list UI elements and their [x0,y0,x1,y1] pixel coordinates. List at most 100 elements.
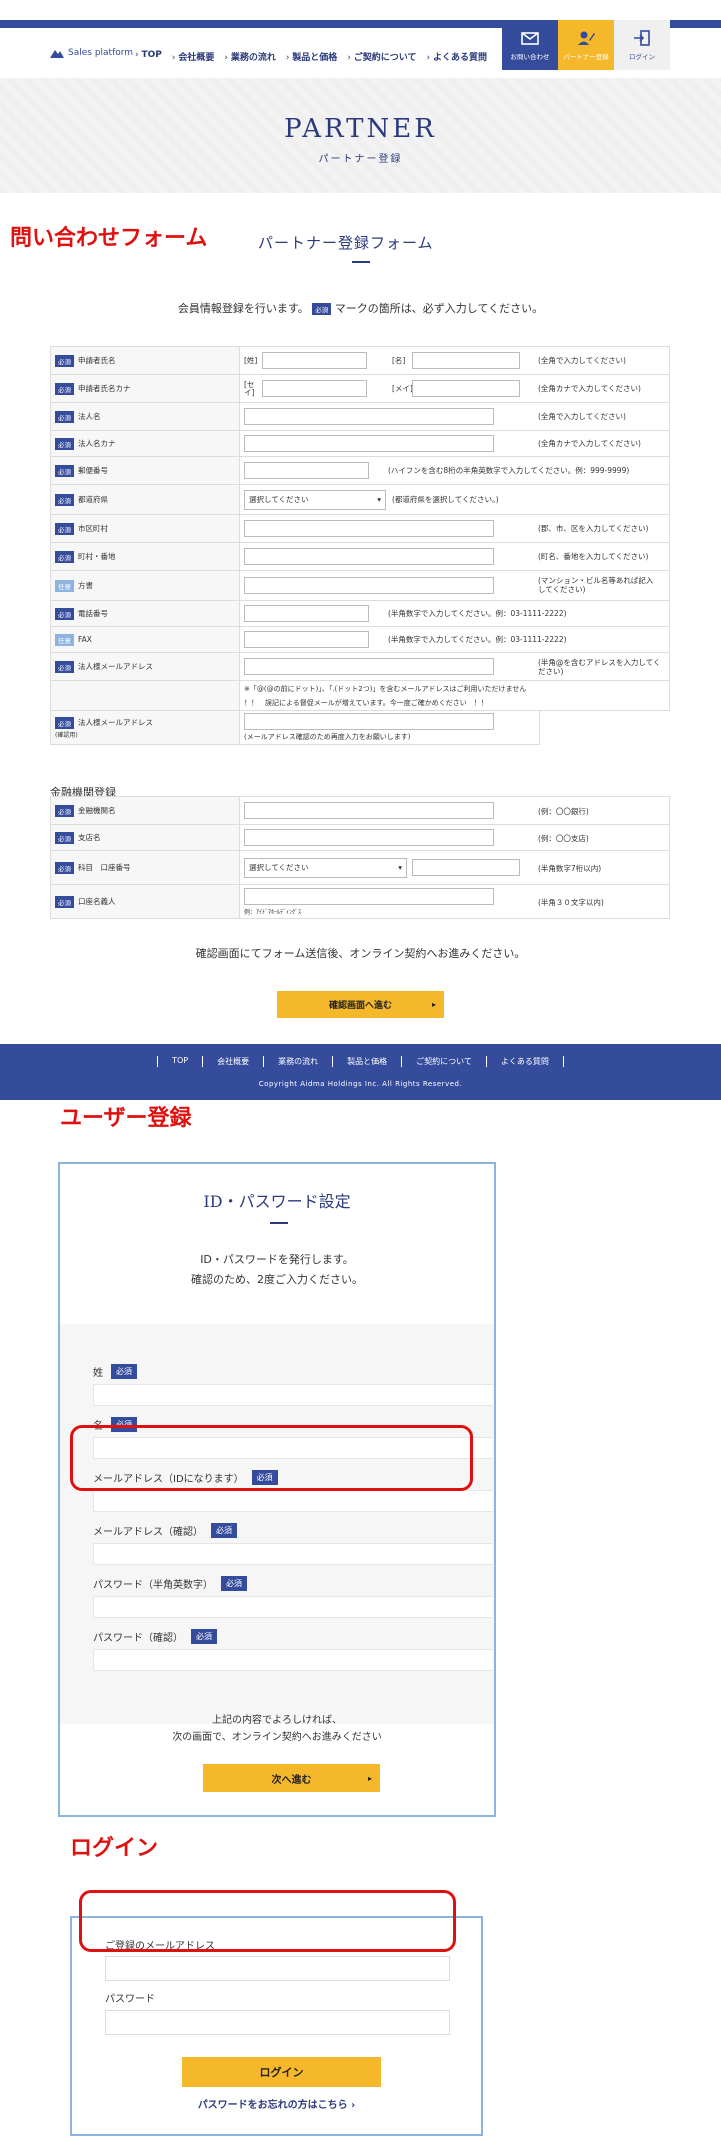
zip-input[interactable] [244,462,369,479]
email-confirm-input[interactable] [93,1543,493,1565]
partner-register-button[interactable]: パートナー登録 [558,20,614,70]
label-corp-kana: 法人名カナ [78,439,116,448]
footer-nav-faq[interactable]: よくある質問 [485,1056,564,1067]
forgot-password-text: パスワードをお忘れの方はこちら [197,2100,348,2111]
user-pen-icon [578,31,595,45]
nav-products[interactable]: 製品と価格 [286,50,337,63]
first-name-kana-input[interactable] [412,380,520,397]
row-value: (全角で入力してください) [240,403,670,430]
prefecture-select[interactable]: 選択してください ▾ [244,489,386,510]
lead-line-2: 確認のため、2度ご入力ください。 [191,1272,363,1286]
required-badge: 必須 [211,1523,237,1538]
building-input[interactable] [244,577,494,594]
sei-label: [姓] [244,356,258,365]
required-badge: 必須 [55,716,74,729]
login-button[interactable]: ログイン [182,2057,381,2087]
email-id-input[interactable] [93,1490,493,1512]
footer-nav-top[interactable]: TOP [157,1056,202,1067]
row-value: (町名、番地を入力してください) [240,543,670,570]
annotation-inquiry: 問い合わせフォーム [10,226,208,251]
required-badge: 必須 [55,660,74,673]
row-value: (半角数字で入力してください。例：03-1111-2222) [240,601,670,626]
login-header-button[interactable]: ログイン [614,20,670,70]
branch-input[interactable] [244,829,494,846]
nav-contract[interactable]: ご契約について [347,50,417,63]
hint-name: (全角で入力してください) [538,356,626,365]
footer-nav-company[interactable]: 会社概要 [202,1056,263,1067]
corp-kana-input[interactable] [244,435,494,452]
last-name-input[interactable] [262,352,367,369]
email-input[interactable] [244,658,494,675]
hint-email-confirm: (メールアドレス確認のため再度入力をお願いします) [244,733,411,741]
pref-select-value: 選択してください [249,495,309,504]
hint-corp: (全角で入力してください) [538,412,626,421]
nav-flow[interactable]: 業務の流れ [224,50,276,63]
bank-name-input[interactable] [244,802,494,819]
row-value: (ハイフンを含む8桁の半角英数字で入力してください。例：999-9999) [240,457,670,484]
required-badge: 必須 [55,831,74,844]
tel-input[interactable] [244,605,369,622]
confirm-button[interactable]: 確認画面へ進む ▸ [277,991,444,1018]
table-row: 必須 市区町村 (郡、市、区を入力してください) [50,515,670,543]
label-pref: 都道府県 [78,495,108,504]
required-badge: 必須 [55,607,74,620]
password-input[interactable] [93,1596,493,1618]
row-label: 必須 申請者氏名 [50,347,240,374]
forgot-password-link[interactable]: パスワードをお忘れの方はこちら › [72,2096,481,2111]
table-row: 任意 FAX (半角数字で入力してください。例：03-1111-2222) [50,627,670,653]
email-confirm-input[interactable] [244,713,494,730]
label-account: 科目 口座番号 [78,863,131,872]
intro-text-2: マークの箇所は、必ず入力してください。 [334,302,544,315]
label-last-name: 姓 [93,1368,103,1379]
last-name-kana-input[interactable] [262,380,367,397]
account-number-input[interactable] [412,859,520,876]
confirm-button-label: 確認画面へ進む [328,1001,392,1011]
table-row: 必須 都道府県 選択してください ▾ (都道府県を選択してください。) [50,485,670,515]
nav-top[interactable]: TOP [135,50,161,63]
contact-button[interactable]: お問い合わせ [502,20,558,70]
hint-pref: (都道府県を選択してください。) [392,495,499,504]
row-value: (郡、市、区を入力してください) [240,515,670,542]
row-label: 必須 郵便番号 [50,457,240,484]
note-line-1: 上記の内容でよろしければ、 [212,1715,342,1726]
label-tel: 電話番号 [78,609,108,618]
first-name-input[interactable] [412,352,520,369]
next-button[interactable]: 次へ進む ▸ [203,1764,380,1792]
footer-nav-flow[interactable]: 業務の流れ [263,1056,332,1067]
contact-button-label: お問い合わせ [510,52,550,61]
chevron-down-icon: ▾ [377,495,381,504]
city-input[interactable] [244,520,494,537]
required-badge: 必須 [55,493,74,506]
footer-nav-products[interactable]: 製品と価格 [332,1056,401,1067]
site-footer: TOP 会社概要 業務の流れ 製品と価格 ご契約について よくある質問 Copy… [0,1044,721,1100]
corp-name-input[interactable] [244,408,494,425]
login-password-input[interactable] [105,2010,450,2035]
intro-text-1: 会員情報登録を行います。 [177,302,309,315]
footer-nav-contract[interactable]: ご契約について [401,1056,486,1067]
login-email-input[interactable] [105,1956,450,1981]
optional-badge: 任意 [55,579,74,592]
fax-input[interactable] [244,631,369,648]
field-label: パスワード（半角英数字） 必須 [93,1576,247,1591]
hero-title: PARTNER [284,114,437,144]
hint-city: (郡、市、区を入力してください) [538,524,649,533]
site-logo[interactable]: Sales platform [50,48,133,58]
mei-label: [名] [392,356,406,365]
last-name-input[interactable] [93,1384,493,1406]
row-label [50,681,240,710]
password-confirm-input[interactable] [93,1649,493,1671]
required-badge: 必須 [55,354,74,367]
row-value: (例：〇〇銀行) [240,797,670,824]
account-holder-input[interactable] [244,887,494,905]
table-row: 必須 法人様メールアドレス (半角@を含むアドレスを入力してください) [50,653,670,681]
row-label: 任意 FAX [50,627,240,652]
label-bank-name: 金融機関名 [78,806,116,815]
nav-company[interactable]: 会社概要 [172,50,214,63]
hint-fax: (半角数字で入力してください。例：03-1111-2222) [388,635,567,644]
town-input[interactable] [244,548,494,565]
account-type-select[interactable]: 選択してください ▾ [244,857,407,878]
label-password: パスワード（半角英数字） [93,1580,213,1591]
nav-faq[interactable]: よくある質問 [427,50,487,63]
logo-icon [50,50,64,58]
hint-account: (半角数字7桁以内) [538,864,602,873]
